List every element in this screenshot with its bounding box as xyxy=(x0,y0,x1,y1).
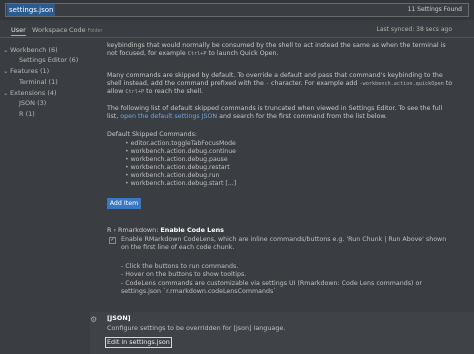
toc-item-json[interactable]: JSON (3) xyxy=(19,99,46,107)
json-setting-description: Configure settings to be overridden for … xyxy=(107,324,286,332)
toc-label: JSON (3) xyxy=(19,99,47,107)
toc-item-r[interactable]: R (1) xyxy=(19,110,35,118)
default-commands-label: Default Skipped Commands: xyxy=(107,131,198,138)
header-divider xyxy=(0,37,474,38)
search-query-text[interactable]: settings.json xyxy=(7,4,56,16)
inline-code: Ctrl+P xyxy=(125,89,145,95)
sync-status: Last synced: 38 secs ago xyxy=(376,26,452,33)
skipped-commands-list: editor.action.toggleTabFocusMode workben… xyxy=(125,140,237,188)
toc-label: Features (1) xyxy=(10,67,50,75)
json-setting-title: [JSON] xyxy=(107,314,131,322)
result-count: 11 Settings Found xyxy=(407,6,462,13)
setting-description: The following list of default skipped co… xyxy=(107,105,453,121)
setting-description: - Click the buttons to run commands. xyxy=(121,263,239,270)
list-item[interactable]: workbench.action.debug.continue xyxy=(125,148,236,156)
search-bar-area: settings.json 11 Settings Found xyxy=(0,0,474,20)
chevron-down-icon: ⌄ xyxy=(3,89,9,97)
setting-title: R › Rmarkdown: Enable Code Lens xyxy=(107,226,224,234)
tab-workspace[interactable]: Workspace xyxy=(32,25,68,35)
desc-text: character. For example add xyxy=(271,80,358,87)
toc-item-workbench[interactable]: ⌄ Workbench (6) xyxy=(3,46,58,54)
setting-description: - Hover on the buttons to show tooltips. xyxy=(121,271,247,278)
gear-icon[interactable]: ⚙ xyxy=(90,315,97,325)
list-item[interactable]: workbench.action.debug.start [...] xyxy=(125,180,237,188)
edit-in-settings-json-link[interactable]: Edit in settings.json xyxy=(105,337,172,348)
toc-label: Workbench (6) xyxy=(10,46,58,54)
toc-label: R (1) xyxy=(19,110,35,118)
list-item[interactable]: workbench.action.debug.run xyxy=(125,172,236,180)
list-item[interactable]: workbench.action.debug.restart xyxy=(125,164,236,172)
setting-name: [JSON] xyxy=(107,314,131,322)
inline-code: Ctrl+P xyxy=(187,51,207,57)
toc-label: Terminal (1) xyxy=(19,78,58,86)
setting-name: Enable Code Lens xyxy=(160,226,224,234)
list-item[interactable]: workbench.action.debug.pause xyxy=(125,156,236,164)
settings-search-input[interactable]: settings.json 11 Settings Found xyxy=(5,3,469,17)
toc-label: Extensions (4) xyxy=(10,89,57,97)
toc-item-terminal[interactable]: Terminal (1) xyxy=(19,78,58,86)
desc-text: to reach the shell. xyxy=(146,88,204,95)
default-settings-json-link[interactable]: open the default settings JSON xyxy=(120,113,217,120)
chevron-down-icon: ⌄ xyxy=(3,67,9,75)
setting-description: - CodeLens commands are customizable via… xyxy=(121,280,422,295)
setting-description: Many commands are skipped by default. To… xyxy=(107,72,453,96)
toc-label: Settings Editor (6) xyxy=(19,56,79,64)
desc-text: to launch Quick Open. xyxy=(208,50,279,57)
toc-item-extensions[interactable]: ⌄ Extensions (4) xyxy=(3,89,57,97)
desc-text: and search for the first command from th… xyxy=(219,113,387,120)
inline-code: -workbench.action.quickOpen xyxy=(359,81,444,87)
setting-description: keybindings that would normally be consu… xyxy=(107,42,453,58)
enable-code-lens-checkbox[interactable]: ✓ xyxy=(109,237,116,244)
chevron-down-icon: ⌄ xyxy=(3,46,9,54)
add-item-button[interactable]: Add Item xyxy=(107,198,141,209)
toc-item-settings-editor[interactable]: Settings Editor (6) xyxy=(19,56,78,64)
inline-code: - xyxy=(265,81,270,87)
toc-item-features[interactable]: ⌄ Features (1) xyxy=(3,67,49,75)
setting-description: Enable RMarkdown CodeLens, which are inl… xyxy=(121,236,447,251)
tab-folder-label: Code xyxy=(69,26,86,34)
tab-folder-sub: Folder xyxy=(87,29,103,34)
list-item[interactable]: editor.action.toggleTabFocusMode xyxy=(125,140,236,148)
tab-user[interactable]: User xyxy=(11,25,26,36)
setting-category: R › Rmarkdown: xyxy=(107,226,161,234)
tab-folder[interactable]: Code Folder xyxy=(69,25,102,37)
